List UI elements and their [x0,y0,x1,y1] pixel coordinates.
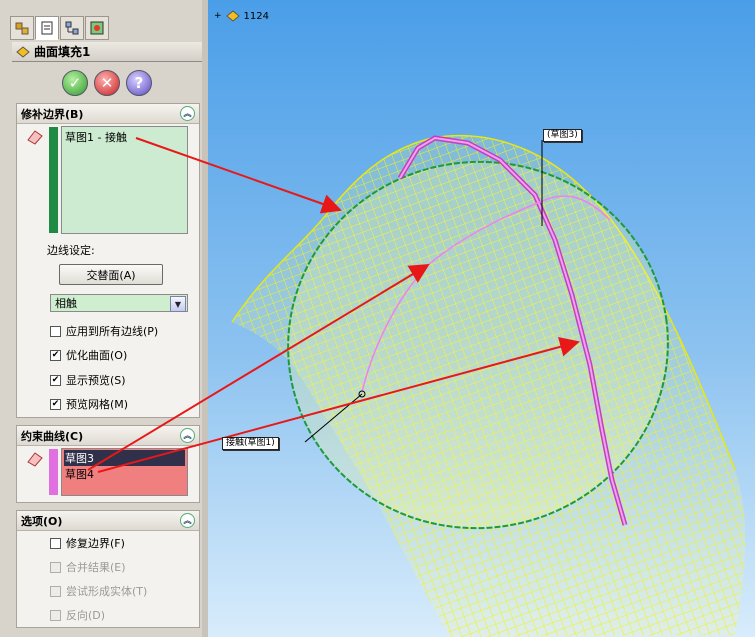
list-item[interactable]: 草图4 [64,466,185,482]
property-manager-icon [41,21,53,35]
checkbox-label: 反向(D) [66,609,106,622]
tab-configuration-manager[interactable] [60,16,84,40]
help-button[interactable]: ? [126,70,152,96]
configuration-icon [65,21,79,35]
collapse-icon[interactable]: ︽ [180,106,195,121]
boundary-list[interactable]: 草图1 - 接触 [61,126,188,234]
graphics-area[interactable] [208,0,755,637]
checkbox-label: 优化曲面(O) [66,349,128,362]
preview-mesh-checkbox[interactable]: ✔ 预览网格(M) [50,396,128,412]
constraint-curves-group: 约束曲线(C) ︽ 草图3 草图4 [16,425,200,503]
checkbox-label: 显示预览(S) [66,374,126,387]
part-icon [225,10,240,22]
checkbox-icon[interactable]: ✔ [50,349,61,361]
feature-title: 曲面填充1 [34,45,91,59]
checkbox-label: 修复边界(F) [66,537,125,550]
checkbox-icon[interactable]: ✔ [50,374,61,386]
property-manager: 曲面填充1 ✓ ✕ ? 修补边界(B) ︽ 草图1 - 接触 边线设定: 交替面… [0,0,208,637]
patch-boundary-title: 修补边界(B) [21,107,84,121]
options-header[interactable]: 选项(O) ︽ [17,511,199,531]
tab-display-manager[interactable] [85,16,109,40]
list-item[interactable]: 草图1 - 接触 [65,129,184,145]
optimize-surface-checkbox[interactable]: ✔ 优化曲面(O) [50,347,127,363]
checkbox-icon[interactable] [50,325,61,337]
checkbox-label: 尝试形成实体(T) [66,585,148,598]
callout-contact[interactable]: 接触(草图1) [222,437,279,450]
constraint-list[interactable]: 草图3 草图4 [61,448,188,496]
tree-item-label: 1124 [243,10,269,22]
constraint-color-swatch [49,449,58,495]
constraint-curves-title: 约束曲线(C) [21,429,84,443]
feature-title-bar: 曲面填充1 [12,42,202,62]
collapse-icon[interactable]: ︽ [180,513,195,528]
fill-surface-icon [16,45,30,58]
ok-button[interactable]: ✓ [62,70,88,96]
boundary-color-swatch [49,127,58,233]
edge-selection-icon [27,130,43,145]
surface-drawing [231,135,746,637]
curve-selection-icon [27,452,43,467]
tab-feature-manager[interactable] [10,16,34,40]
continuity-value: 相触 [55,297,77,310]
patch-boundary-header[interactable]: 修补边界(B) ︽ [17,104,199,124]
repair-boundary-checkbox[interactable]: 修复边界(F) [50,535,125,551]
confirm-buttons: ✓ ✕ ? [62,70,152,96]
reverse-checkbox: 反向(D) [50,607,105,623]
patch-boundary-group: 修补边界(B) ︽ 草图1 - 接触 边线设定: 交替面(A) 相触 ▼ 应用到… [16,103,200,418]
edge-settings-label: 边线设定: [47,244,95,257]
collapse-icon[interactable]: ︽ [180,428,195,443]
options-title: 选项(O) [21,514,63,528]
checkbox-icon [50,609,61,621]
constraint-curves-header[interactable]: 约束曲线(C) ︽ [17,426,199,446]
merge-result-checkbox: 合并结果(E) [50,559,126,575]
checkbox-label: 预览网格(M) [66,398,129,411]
checkbox-icon [50,561,61,573]
display-manager-icon [90,21,104,35]
chevron-down-icon[interactable]: ▼ [170,296,186,312]
checkbox-icon[interactable]: ✔ [50,398,61,410]
alternate-face-button[interactable]: 交替面(A) [59,264,163,285]
checkbox-icon[interactable] [50,537,61,549]
options-group: 选项(O) ︽ 修复边界(F) 合并结果(E) 尝试形成实体(T) 反向(D) [16,510,200,628]
expand-icon[interactable]: + [214,11,222,21]
tab-property-manager[interactable] [35,16,59,40]
manager-tabs [10,16,109,40]
show-preview-checkbox[interactable]: ✔ 显示预览(S) [50,372,126,388]
list-item[interactable]: 草图3 [64,450,185,466]
tree-item[interactable]: + 1124 [214,10,269,22]
feature-tree-icon [15,22,29,35]
checkbox-label: 应用到所有边线(P) [66,325,159,338]
apply-all-edges-checkbox[interactable]: 应用到所有边线(P) [50,323,158,339]
checkbox-label: 合并结果(E) [66,561,126,574]
continuity-select[interactable]: 相触 ▼ [50,294,188,312]
cancel-button[interactable]: ✕ [94,70,120,96]
checkbox-icon [50,585,61,597]
try-form-solid-checkbox: 尝试形成实体(T) [50,583,147,599]
callout-sketch3[interactable]: (草图3) [543,129,582,142]
